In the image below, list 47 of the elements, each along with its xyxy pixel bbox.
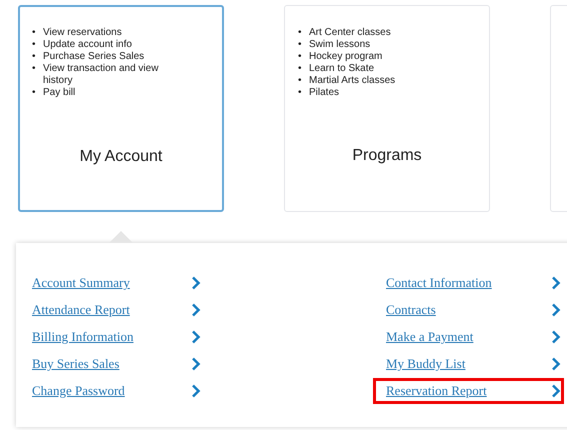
feature-item: Martial Arts classes bbox=[309, 75, 396, 87]
menu-link[interactable]: Account Summary bbox=[32, 275, 130, 291]
feature-item: Art Center classes bbox=[309, 27, 391, 39]
list-bullet: • bbox=[298, 39, 303, 51]
chevron-right-icon bbox=[191, 330, 201, 344]
chevron-right-icon bbox=[191, 276, 201, 290]
feature-item: Update account info bbox=[43, 39, 132, 51]
list-bullet: • bbox=[298, 87, 303, 99]
feature-item: Swim lessons bbox=[309, 39, 370, 51]
chevron-right-icon bbox=[191, 357, 201, 371]
menu-link[interactable]: Make a Payment bbox=[386, 329, 474, 345]
feature-item: View reservations bbox=[43, 27, 122, 39]
category-card[interactable]: • View reservations • Update account info • Purchase Series Sales • View transaction and view history • Pay bill My Account bbox=[18, 5, 224, 212]
feature-item: Pilates bbox=[309, 87, 340, 99]
chevron-right-icon bbox=[551, 384, 561, 398]
chevron-right-icon bbox=[551, 276, 561, 290]
list-bullet: • bbox=[298, 51, 303, 63]
menu-link[interactable]: Reservation Report bbox=[386, 383, 487, 399]
list-bullet: • bbox=[32, 51, 37, 63]
card-title: My Account bbox=[78, 148, 164, 166]
list-bullet: • bbox=[32, 87, 37, 99]
list-bullet: • bbox=[32, 39, 37, 51]
menu-link[interactable]: Billing Information bbox=[32, 329, 134, 345]
list-bullet: • bbox=[298, 63, 303, 75]
feature-item: Hockey program bbox=[309, 51, 382, 63]
feature-item: Pay bill bbox=[43, 87, 76, 99]
chevron-right-icon bbox=[191, 384, 201, 398]
chevron-right-icon bbox=[191, 303, 201, 317]
menu-link[interactable]: Buy Series Sales bbox=[32, 356, 120, 372]
menu-link[interactable]: Contracts bbox=[386, 302, 436, 318]
chevron-right-icon bbox=[551, 330, 561, 344]
chevron-right-icon bbox=[551, 357, 561, 371]
feature-item: Purchase Series Sales bbox=[43, 51, 144, 63]
list-bullet: • bbox=[298, 27, 303, 39]
menu-link[interactable]: Change Password bbox=[32, 383, 125, 399]
feature-item: View transaction and view history bbox=[43, 63, 160, 87]
pointer-caret-icon bbox=[109, 231, 133, 243]
list-bullet: • bbox=[32, 27, 37, 39]
list-bullet: • bbox=[32, 63, 37, 75]
category-card[interactable]: • Art Center classes • Swim lessons • Hockey program • Learn to Skate • Martial Arts classes • Pilates Programs bbox=[284, 5, 490, 212]
list-bullet: • bbox=[298, 75, 303, 87]
menu-link[interactable]: My Buddy List bbox=[386, 356, 466, 372]
card-title: Programs bbox=[351, 147, 423, 165]
menu-link[interactable]: Attendance Report bbox=[32, 302, 130, 318]
menu-link[interactable]: Contact Information bbox=[386, 275, 492, 291]
chevron-right-icon bbox=[551, 303, 561, 317]
feature-item: Learn to Skate bbox=[309, 63, 374, 75]
